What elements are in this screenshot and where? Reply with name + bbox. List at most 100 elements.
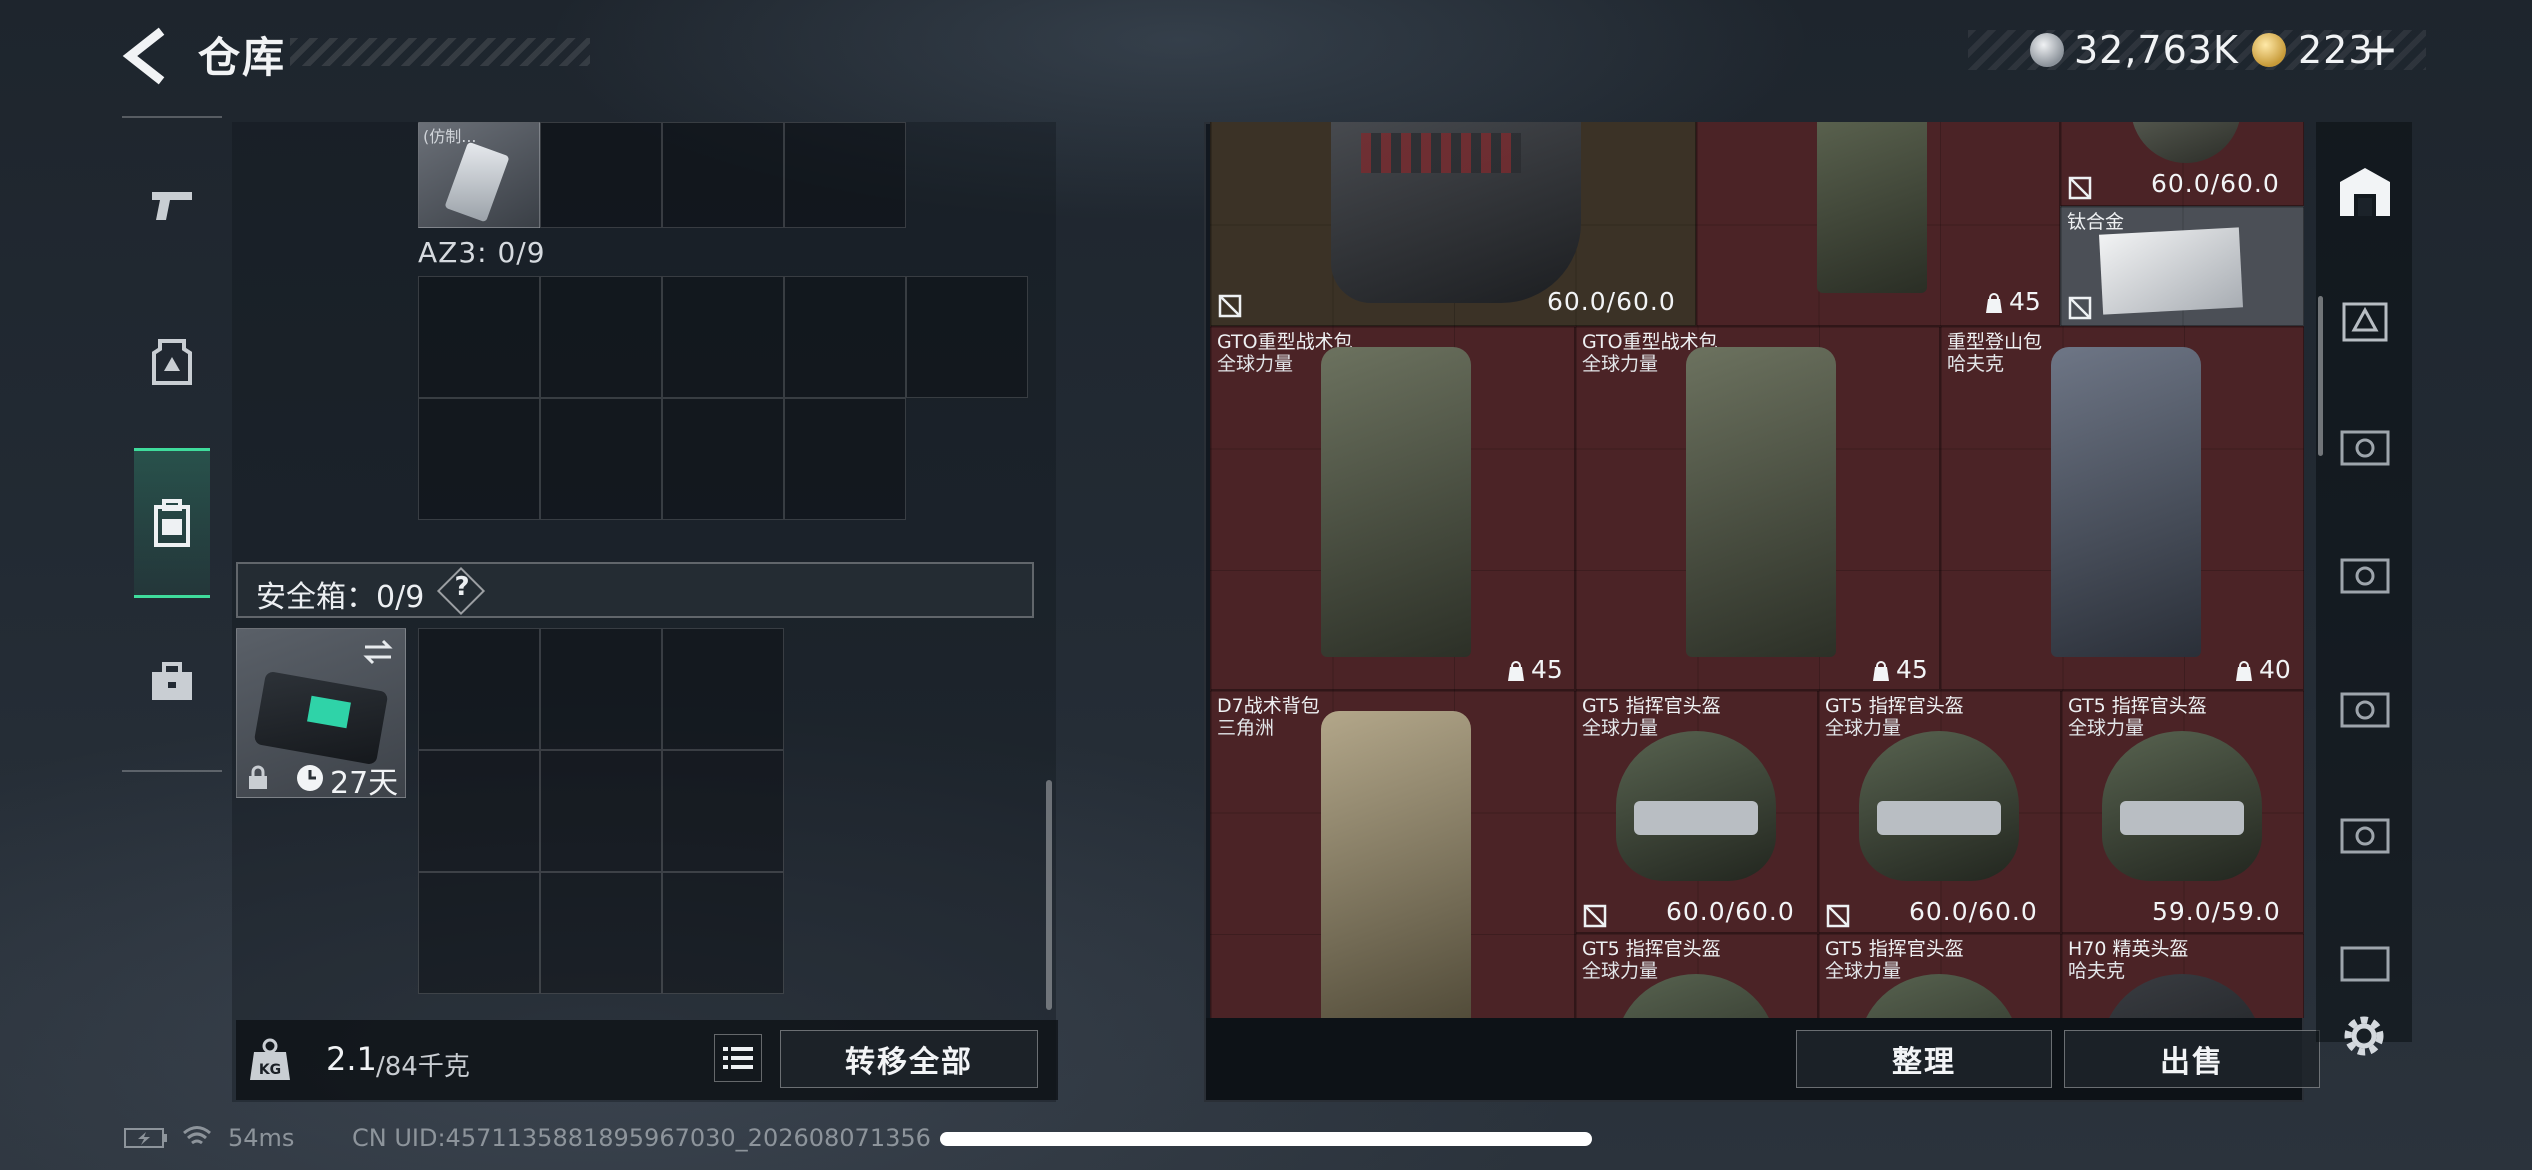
stash-item-helmet[interactable]: H70 精英头盔 哈夫克 [2061, 933, 2304, 1018]
grid-cell[interactable] [784, 276, 906, 398]
stash-home-icon[interactable] [2336, 164, 2394, 220]
stash-item-pack[interactable]: 45 [1696, 122, 2060, 326]
item-name: D7战术背包 [1217, 695, 1320, 717]
tablet-item-icon [444, 141, 510, 223]
item-manufacturer: 哈夫克 [2068, 960, 2126, 982]
category-icon[interactable] [2336, 294, 2394, 350]
stash-item-helmet[interactable]: GT5 指挥官头盔 全球力量 [1818, 933, 2061, 1018]
no-repair-icon [2068, 176, 2092, 200]
side-tab-divider [122, 116, 222, 118]
current-weight: 2.1 [326, 1040, 377, 1078]
home-indicator[interactable] [940, 1132, 1592, 1146]
list-view-button[interactable] [714, 1034, 762, 1082]
item-durability: 60.0/60.0 [1547, 287, 1676, 316]
item-capacity: 45 [2009, 287, 2041, 316]
item-name: GT5 指挥官头盔 [2068, 695, 2207, 717]
category-icon[interactable] [2336, 936, 2394, 992]
stash-item-helmet[interactable]: GT5 指挥官头盔 全球力量 [1575, 933, 1818, 1018]
grid-cell[interactable] [540, 750, 662, 872]
tab-case[interactable] [134, 622, 210, 742]
page-title: 仓库 [198, 33, 287, 82]
item-durability: 60.0/60.0 [1666, 897, 1795, 926]
stash-item-titanium[interactable]: 钛合金 [2060, 206, 2304, 326]
tab-weapons[interactable] [134, 146, 210, 266]
grid-cell[interactable] [662, 628, 784, 750]
settings-gear-icon[interactable] [2338, 1010, 2390, 1062]
stash-item-helmet[interactable]: GT5 指挥官头盔 全球力量 59.0/59.0 [2061, 690, 2304, 933]
help-glyph: ? [454, 572, 470, 602]
stash-item-vest[interactable]: 60.0/60.0 [1210, 122, 1696, 326]
grid-cell[interactable] [784, 398, 906, 520]
item-manufacturer: 全球力量 [1825, 717, 1902, 739]
grid-cell[interactable] [540, 872, 662, 994]
gold-coin-icon [2252, 33, 2286, 67]
uid-text: CN UID:4571135881895967030_202608071356 [352, 1124, 931, 1152]
stash-grid: 60.0/60.0 45 60.0/60.0 钛合金 GTO重型战术包 全球力量… [1210, 122, 2306, 1018]
stash-item-helmet[interactable]: GT5 指挥官头盔 全球力量 60.0/60.0 [1575, 690, 1818, 933]
grid-cell[interactable] [418, 872, 540, 994]
backpack-icon [154, 499, 190, 547]
lock-icon [249, 765, 267, 789]
item-name: GT5 指挥官头盔 [1825, 695, 1964, 717]
stash-item-backpack[interactable]: D7战术背包 三角洲 [1210, 690, 1575, 1018]
helmet-art [2102, 974, 2262, 1018]
item-manufacturer: 全球力量 [1217, 353, 1294, 375]
grid-cell[interactable] [540, 398, 662, 520]
capacity-icon [1508, 661, 1524, 681]
item-manufacturer: 全球力量 [1582, 960, 1659, 982]
grid-cell[interactable] [418, 276, 540, 398]
category-icon[interactable] [2336, 548, 2394, 604]
stash-item-backpack[interactable]: 重型登山包 哈夫克 40 [1940, 326, 2304, 690]
grid-cell[interactable] [540, 122, 662, 228]
scrollbar[interactable] [1046, 780, 1052, 1010]
item-name: H70 精英头盔 [2068, 938, 2189, 960]
stash-item-helmet-top[interactable]: 60.0/60.0 [2060, 122, 2304, 206]
transfer-all-button[interactable]: 转移全部 [780, 1030, 1038, 1088]
grid-cell[interactable] [418, 628, 540, 750]
grid-cell[interactable] [540, 276, 662, 398]
backpack-art [1817, 122, 1927, 293]
back-arrow-icon[interactable] [118, 26, 168, 86]
add-currency-button[interactable]: + [2360, 22, 2399, 76]
grid-cell[interactable]: (仿制... [418, 122, 540, 228]
weight-icon-label: KG [259, 1062, 281, 1078]
metal-plate-art [2099, 227, 2243, 315]
grid-cell[interactable] [540, 628, 662, 750]
grid-cell[interactable] [662, 750, 784, 872]
category-icon[interactable] [2336, 420, 2394, 476]
grid-cell[interactable] [662, 122, 784, 228]
sell-button[interactable]: 出售 [2064, 1030, 2320, 1088]
visor-art [2120, 801, 2244, 835]
item-manufacturer: 三角洲 [1217, 717, 1275, 739]
item-manufacturer: 全球力量 [2068, 717, 2145, 739]
grid-cell[interactable] [418, 398, 540, 520]
battery-icon [124, 1128, 167, 1148]
stash-item-backpack[interactable]: GTO重型战术包 全球力量 45 [1210, 326, 1575, 690]
clock-icon [297, 765, 323, 791]
grid-cell[interactable] [662, 398, 784, 520]
category-icon[interactable] [2336, 808, 2394, 864]
armor-icon [152, 339, 192, 385]
organize-button[interactable]: 整理 [1796, 1030, 2052, 1088]
grid-cell[interactable] [662, 276, 784, 398]
category-scrollbar[interactable] [2318, 296, 2323, 456]
tab-backpack[interactable] [134, 448, 210, 598]
item-durability: 59.0/59.0 [2152, 897, 2281, 926]
tab-armor[interactable] [134, 302, 210, 422]
category-icon[interactable] [2336, 682, 2394, 738]
visor-art [1634, 801, 1758, 835]
no-repair-icon [2068, 296, 2092, 320]
item-manufacturer: 全球力量 [1582, 353, 1659, 375]
stash-item-backpack[interactable]: GTO重型战术包 全球力量 45 [1575, 326, 1940, 690]
ping-text: 54ms [228, 1124, 295, 1152]
grid-cell[interactable] [906, 276, 1028, 398]
item-name: GT5 指挥官头盔 [1825, 938, 1964, 960]
grid-cell[interactable] [418, 750, 540, 872]
item-manufacturer: 全球力量 [1825, 960, 1902, 982]
currency-primary: 32,763K [2074, 28, 2239, 72]
swap-icon[interactable] [361, 637, 395, 667]
stash-item-helmet[interactable]: GT5 指挥官头盔 全球力量 60.0/60.0 [1818, 690, 2061, 933]
grid-cell[interactable] [784, 122, 906, 228]
item-capacity: 40 [2259, 655, 2291, 684]
grid-cell[interactable] [662, 872, 784, 994]
